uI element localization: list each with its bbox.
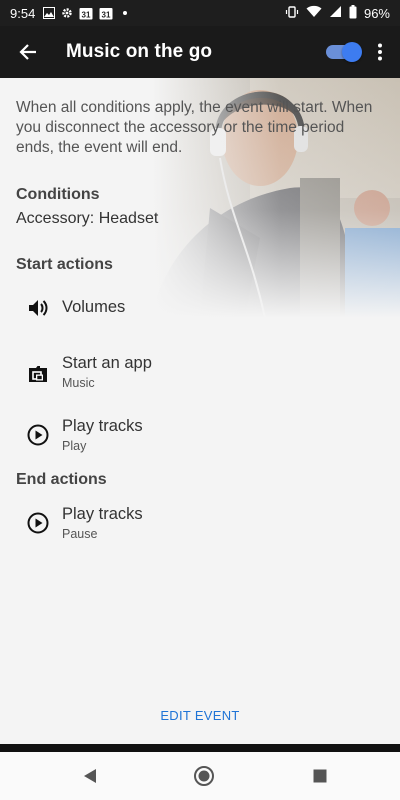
event-toggle[interactable] (326, 42, 362, 62)
square-recents-icon (313, 769, 327, 783)
start-action-sub: Play (62, 439, 87, 453)
nav-home-button[interactable] (192, 764, 216, 788)
signal-icon (329, 5, 342, 21)
start-action-play-tracks[interactable]: Play tracks Play (0, 411, 400, 461)
end-action-sub: Pause (62, 527, 98, 541)
vibrate-icon (285, 5, 299, 22)
start-action-volumes[interactable]: Volumes (0, 286, 400, 336)
end-action-label: Play tracks (62, 505, 143, 523)
arrow-back-icon (19, 44, 36, 60)
nav-recents-button[interactable] (308, 764, 332, 788)
status-bar: 9:54 31 31 96% (0, 0, 400, 26)
wifi-icon (306, 5, 322, 21)
condition-accessory: Accessory: Headset (16, 210, 159, 227)
image-icon (43, 7, 56, 19)
app-bar: Music on the go (0, 26, 400, 78)
end-action-play-tracks[interactable]: Play tracks Pause (0, 499, 400, 549)
play-circle-icon (26, 423, 50, 447)
content-area: When all conditions apply, the event wil… (0, 78, 400, 744)
play-circle-icon (26, 511, 50, 535)
conditions-heading: Conditions (16, 186, 100, 203)
start-actions-heading: Start actions (16, 256, 113, 273)
battery-percentage: 96% (363, 5, 390, 21)
more-vert-icon (378, 43, 382, 61)
start-action-label: Start an app (62, 354, 152, 372)
home-circle-icon (194, 766, 214, 786)
app-icon (26, 362, 50, 386)
start-action-label: Volumes (62, 298, 126, 316)
calendar-day-1: 31 (82, 10, 91, 19)
edit-event-button[interactable]: EDIT EVENT (0, 708, 400, 723)
end-actions-heading: End actions (16, 471, 107, 488)
calendar-icon: 31 (99, 7, 113, 19)
nav-back-button[interactable] (78, 764, 102, 788)
dot-icon (119, 7, 131, 19)
start-action-app[interactable]: Start an app Music (0, 348, 400, 398)
back-button[interactable] (4, 26, 52, 78)
description-text: When all conditions apply, the event wil… (16, 99, 373, 156)
battery-icon (349, 4, 357, 22)
start-action-label: Play tracks (62, 417, 143, 435)
overflow-menu-button[interactable] (368, 40, 392, 64)
toggle-thumb (342, 42, 362, 62)
bottom-divider (0, 744, 400, 752)
volume-icon (26, 296, 50, 320)
status-time: 9:54 (10, 5, 36, 21)
page-title: Music on the go (66, 41, 213, 62)
calendar-icon: 31 (79, 7, 93, 19)
system-nav-bar (0, 752, 400, 800)
gear-icon (61, 7, 73, 19)
start-action-sub: Music (62, 376, 95, 390)
calendar-day-2: 31 (102, 10, 111, 19)
triangle-back-icon (84, 769, 96, 783)
